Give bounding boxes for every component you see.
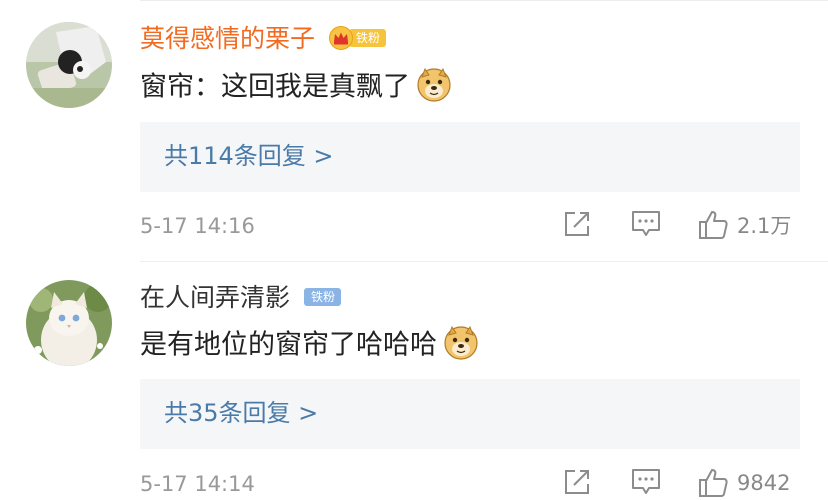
share-icon: [565, 470, 589, 494]
reply-summary[interactable]: 共35条回复 >: [140, 379, 800, 449]
like-count: 9842: [737, 471, 791, 495]
comment-text: 是有地位的窗帘了哈哈哈: [140, 325, 479, 364]
doge-emoji-icon: [416, 67, 452, 103]
fan-badge: 铁粉: [303, 288, 341, 306]
avatar[interactable]: [26, 22, 112, 108]
comment-text: 窗帘：这回我是真飘了: [140, 67, 452, 106]
comment-text-body: 是有地位的窗帘了哈哈哈: [140, 329, 437, 361]
fan-badge: 铁粉: [328, 26, 386, 50]
username-text[interactable]: 莫得感情的栗子: [140, 24, 315, 53]
share-button[interactable]: [562, 466, 594, 498]
comment-timestamp: 5-17 14:14: [140, 472, 255, 496]
comment-item: 在人间弄清影 铁粉 是有地位的窗帘了哈哈哈 共35条回复 > 5-17 14:1…: [0, 262, 828, 497]
thumbs-up-icon: [699, 469, 728, 497]
username[interactable]: 在人间弄清影 铁粉: [140, 283, 341, 313]
thumbs-up-icon: [699, 211, 728, 239]
fan-badge-label: 铁粉: [303, 288, 341, 306]
share-icon: [565, 212, 589, 236]
fan-badge-label: 铁粉: [348, 29, 386, 47]
reply-button[interactable]: [630, 208, 664, 240]
like-button[interactable]: 9842: [697, 466, 790, 500]
comment-icon: [632, 211, 660, 236]
crown-icon: [328, 26, 353, 50]
username[interactable]: 莫得感情的栗子 铁粉: [140, 24, 386, 54]
share-button[interactable]: [562, 208, 594, 240]
like-count: 2.1万: [737, 214, 792, 238]
comment-item: 莫得感情的栗子 铁粉 窗帘：这回我是真飘了 共114条回复 > 5-17 14:…: [0, 0, 828, 262]
reply-summary[interactable]: 共114条回复 >: [140, 122, 800, 192]
comment-icon: [632, 469, 660, 494]
comment-timestamp: 5-17 14:16: [140, 214, 255, 238]
view-replies-link[interactable]: 共35条回复 >: [164, 397, 318, 429]
view-replies-link[interactable]: 共114条回复 >: [164, 140, 334, 172]
comment-text-body: 窗帘：这回我是真飘了: [140, 71, 410, 103]
username-text[interactable]: 在人间弄清影: [140, 283, 290, 312]
avatar[interactable]: [26, 280, 112, 366]
like-button[interactable]: 2.1万: [697, 208, 791, 242]
reply-button[interactable]: [630, 466, 664, 498]
doge-emoji-icon: [443, 325, 479, 361]
